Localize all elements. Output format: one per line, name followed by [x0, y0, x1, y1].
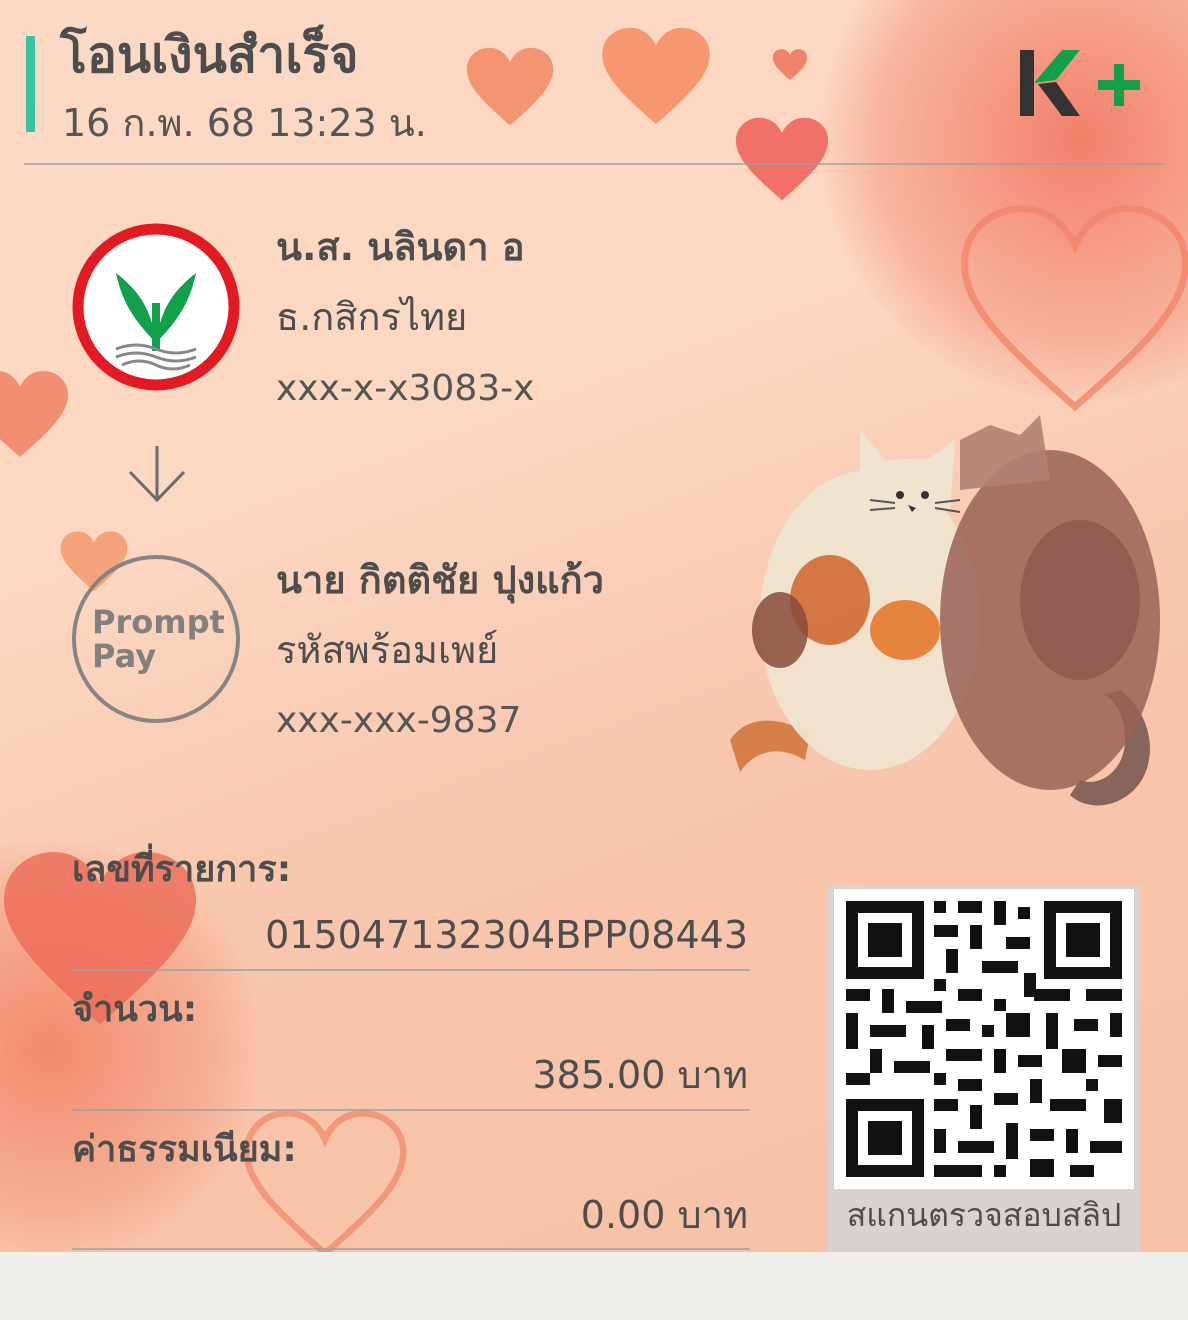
- transaction-datetime: 16 ก.พ. 68 13:23 น.: [62, 101, 427, 145]
- kbank-logo-icon: [72, 223, 240, 391]
- promptpay-logo-icon: Prompt Pay: [72, 555, 240, 723]
- kplus-logo-icon: [1020, 50, 1140, 116]
- fee-value: 0.00 บาท: [580, 1193, 748, 1237]
- qr-panel: สแกนตรวจสอบสลิป: [828, 885, 1140, 1252]
- sender-bank: ธ.กสิกรไทย: [276, 295, 468, 339]
- transfer-slip: โอนเงินสำเร็จ 16 ก.พ. 68 13:23 น. น.ส. น…: [0, 0, 1188, 1252]
- header-divider: [24, 163, 1164, 165]
- reference-label: เลขที่รายการ:: [72, 849, 292, 890]
- sender-account: xxx-x-x3083-x: [276, 368, 535, 409]
- heart-icon: [772, 49, 808, 81]
- heart-outline-icon: [961, 205, 1188, 412]
- detail-divider: [72, 1248, 750, 1250]
- fee-label: ค่าธรรมเนียม:: [72, 1129, 297, 1170]
- heart-icon: [735, 117, 829, 201]
- receiver-account: xxx-xxx-9837: [276, 700, 522, 741]
- qr-code-icon: [846, 901, 1122, 1177]
- qr-code[interactable]: [834, 889, 1134, 1189]
- amount-label: จำนวน:: [72, 989, 198, 1030]
- qr-caption: สแกนตรวจสอบสลิป: [846, 1196, 1122, 1234]
- receiver-type: รหัสพร้อมเพย์: [276, 628, 499, 672]
- arrow-down-icon: [128, 446, 186, 503]
- receiver-name: นาย กิตติชัย ปุงแก้ว: [276, 558, 604, 602]
- page-title: โอนเงินสำเร็จ: [60, 26, 359, 84]
- cats-illustration: [730, 415, 1160, 806]
- promptpay-logo-text: Pay: [92, 637, 157, 675]
- sender-name: น.ส. นลินดา อ: [276, 225, 525, 269]
- amount-value: 385.00 บาท: [532, 1053, 748, 1097]
- reference-value: 015047132304BPP08443: [265, 913, 748, 957]
- promptpay-logo-text: Prompt: [92, 603, 225, 641]
- heart-icon: [602, 27, 710, 125]
- heart-icon: [466, 47, 554, 126]
- detail-divider: [72, 1109, 750, 1111]
- heart-icon: [0, 371, 68, 457]
- detail-divider: [72, 969, 750, 971]
- accent-bar: [26, 36, 35, 132]
